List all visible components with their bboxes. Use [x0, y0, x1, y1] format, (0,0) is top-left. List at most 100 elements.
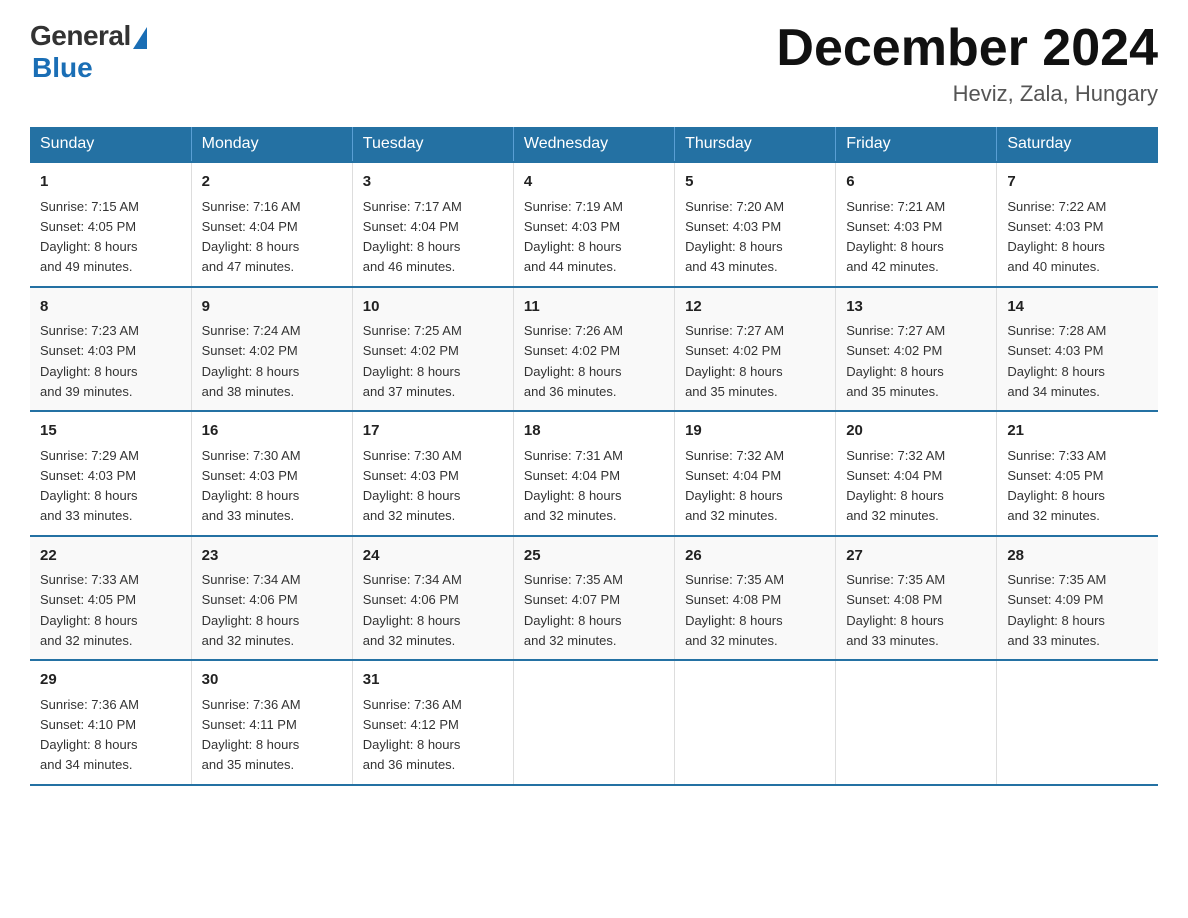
calendar-week-row: 1 Sunrise: 7:15 AMSunset: 4:05 PMDayligh…	[30, 162, 1158, 287]
calendar-cell: 23 Sunrise: 7:34 AMSunset: 4:06 PMDaylig…	[191, 536, 352, 661]
day-number: 5	[685, 171, 825, 194]
calendar-cell: 4 Sunrise: 7:19 AMSunset: 4:03 PMDayligh…	[513, 162, 674, 287]
day-number: 9	[202, 296, 342, 319]
day-number: 2	[202, 171, 342, 194]
logo-general-text: General	[30, 20, 131, 52]
day-number: 7	[1007, 171, 1148, 194]
calendar-cell: 27 Sunrise: 7:35 AMSunset: 4:08 PMDaylig…	[836, 536, 997, 661]
day-info: Sunrise: 7:22 AMSunset: 4:03 PMDaylight:…	[1007, 199, 1106, 275]
calendar-cell: 15 Sunrise: 7:29 AMSunset: 4:03 PMDaylig…	[30, 411, 191, 536]
logo-blue-text: Blue	[32, 52, 93, 84]
day-number: 1	[40, 171, 181, 194]
day-number: 29	[40, 669, 181, 692]
day-info: Sunrise: 7:30 AMSunset: 4:03 PMDaylight:…	[202, 448, 301, 524]
day-number: 20	[846, 420, 986, 443]
day-number: 19	[685, 420, 825, 443]
day-info: Sunrise: 7:32 AMSunset: 4:04 PMDaylight:…	[846, 448, 945, 524]
calendar-cell: 16 Sunrise: 7:30 AMSunset: 4:03 PMDaylig…	[191, 411, 352, 536]
calendar-cell: 21 Sunrise: 7:33 AMSunset: 4:05 PMDaylig…	[997, 411, 1158, 536]
calendar-cell: 12 Sunrise: 7:27 AMSunset: 4:02 PMDaylig…	[675, 287, 836, 412]
header-tuesday: Tuesday	[352, 127, 513, 162]
day-info: Sunrise: 7:35 AMSunset: 4:07 PMDaylight:…	[524, 572, 623, 648]
day-info: Sunrise: 7:35 AMSunset: 4:08 PMDaylight:…	[846, 572, 945, 648]
day-number: 16	[202, 420, 342, 443]
calendar-cell: 20 Sunrise: 7:32 AMSunset: 4:04 PMDaylig…	[836, 411, 997, 536]
logo-triangle-icon	[133, 27, 147, 49]
day-number: 24	[363, 545, 503, 568]
calendar-cell: 22 Sunrise: 7:33 AMSunset: 4:05 PMDaylig…	[30, 536, 191, 661]
day-number: 14	[1007, 296, 1148, 319]
day-number: 22	[40, 545, 181, 568]
calendar-week-row: 8 Sunrise: 7:23 AMSunset: 4:03 PMDayligh…	[30, 287, 1158, 412]
calendar-cell: 13 Sunrise: 7:27 AMSunset: 4:02 PMDaylig…	[836, 287, 997, 412]
day-number: 12	[685, 296, 825, 319]
day-number: 11	[524, 296, 664, 319]
calendar-cell: 24 Sunrise: 7:34 AMSunset: 4:06 PMDaylig…	[352, 536, 513, 661]
calendar-cell: 28 Sunrise: 7:35 AMSunset: 4:09 PMDaylig…	[997, 536, 1158, 661]
header-wednesday: Wednesday	[513, 127, 674, 162]
day-number: 21	[1007, 420, 1148, 443]
day-info: Sunrise: 7:24 AMSunset: 4:02 PMDaylight:…	[202, 323, 301, 399]
day-info: Sunrise: 7:30 AMSunset: 4:03 PMDaylight:…	[363, 448, 462, 524]
day-info: Sunrise: 7:27 AMSunset: 4:02 PMDaylight:…	[846, 323, 945, 399]
day-info: Sunrise: 7:20 AMSunset: 4:03 PMDaylight:…	[685, 199, 784, 275]
page-header: General Blue December 2024 Heviz, Zala, …	[30, 20, 1158, 107]
header-thursday: Thursday	[675, 127, 836, 162]
calendar-cell: 29 Sunrise: 7:36 AMSunset: 4:10 PMDaylig…	[30, 660, 191, 785]
calendar-cell: 1 Sunrise: 7:15 AMSunset: 4:05 PMDayligh…	[30, 162, 191, 287]
day-info: Sunrise: 7:23 AMSunset: 4:03 PMDaylight:…	[40, 323, 139, 399]
day-number: 23	[202, 545, 342, 568]
calendar-cell: 7 Sunrise: 7:22 AMSunset: 4:03 PMDayligh…	[997, 162, 1158, 287]
day-info: Sunrise: 7:15 AMSunset: 4:05 PMDaylight:…	[40, 199, 139, 275]
calendar-week-row: 29 Sunrise: 7:36 AMSunset: 4:10 PMDaylig…	[30, 660, 1158, 785]
calendar-cell: 5 Sunrise: 7:20 AMSunset: 4:03 PMDayligh…	[675, 162, 836, 287]
day-info: Sunrise: 7:34 AMSunset: 4:06 PMDaylight:…	[202, 572, 301, 648]
day-number: 10	[363, 296, 503, 319]
day-info: Sunrise: 7:26 AMSunset: 4:02 PMDaylight:…	[524, 323, 623, 399]
day-info: Sunrise: 7:35 AMSunset: 4:09 PMDaylight:…	[1007, 572, 1106, 648]
header-saturday: Saturday	[997, 127, 1158, 162]
calendar-cell	[513, 660, 674, 785]
title-section: December 2024 Heviz, Zala, Hungary	[776, 20, 1158, 107]
day-info: Sunrise: 7:28 AMSunset: 4:03 PMDaylight:…	[1007, 323, 1106, 399]
month-title: December 2024	[776, 20, 1158, 77]
calendar-cell	[997, 660, 1158, 785]
calendar-cell: 18 Sunrise: 7:31 AMSunset: 4:04 PMDaylig…	[513, 411, 674, 536]
day-number: 8	[40, 296, 181, 319]
calendar-cell: 26 Sunrise: 7:35 AMSunset: 4:08 PMDaylig…	[675, 536, 836, 661]
day-number: 28	[1007, 545, 1148, 568]
calendar-cell: 11 Sunrise: 7:26 AMSunset: 4:02 PMDaylig…	[513, 287, 674, 412]
calendar-cell: 9 Sunrise: 7:24 AMSunset: 4:02 PMDayligh…	[191, 287, 352, 412]
header-friday: Friday	[836, 127, 997, 162]
calendar-cell	[836, 660, 997, 785]
calendar-cell: 19 Sunrise: 7:32 AMSunset: 4:04 PMDaylig…	[675, 411, 836, 536]
day-number: 3	[363, 171, 503, 194]
calendar-cell: 14 Sunrise: 7:28 AMSunset: 4:03 PMDaylig…	[997, 287, 1158, 412]
day-info: Sunrise: 7:25 AMSunset: 4:02 PMDaylight:…	[363, 323, 462, 399]
day-number: 27	[846, 545, 986, 568]
calendar-week-row: 15 Sunrise: 7:29 AMSunset: 4:03 PMDaylig…	[30, 411, 1158, 536]
day-number: 31	[363, 669, 503, 692]
day-info: Sunrise: 7:36 AMSunset: 4:11 PMDaylight:…	[202, 697, 301, 773]
day-info: Sunrise: 7:35 AMSunset: 4:08 PMDaylight:…	[685, 572, 784, 648]
header-sunday: Sunday	[30, 127, 191, 162]
day-number: 4	[524, 171, 664, 194]
calendar-cell: 25 Sunrise: 7:35 AMSunset: 4:07 PMDaylig…	[513, 536, 674, 661]
day-info: Sunrise: 7:34 AMSunset: 4:06 PMDaylight:…	[363, 572, 462, 648]
day-info: Sunrise: 7:21 AMSunset: 4:03 PMDaylight:…	[846, 199, 945, 275]
day-info: Sunrise: 7:16 AMSunset: 4:04 PMDaylight:…	[202, 199, 301, 275]
day-info: Sunrise: 7:17 AMSunset: 4:04 PMDaylight:…	[363, 199, 462, 275]
day-info: Sunrise: 7:32 AMSunset: 4:04 PMDaylight:…	[685, 448, 784, 524]
calendar-cell: 30 Sunrise: 7:36 AMSunset: 4:11 PMDaylig…	[191, 660, 352, 785]
calendar-cell: 2 Sunrise: 7:16 AMSunset: 4:04 PMDayligh…	[191, 162, 352, 287]
calendar-table: Sunday Monday Tuesday Wednesday Thursday…	[30, 127, 1158, 786]
day-info: Sunrise: 7:36 AMSunset: 4:12 PMDaylight:…	[363, 697, 462, 773]
calendar-cell: 17 Sunrise: 7:30 AMSunset: 4:03 PMDaylig…	[352, 411, 513, 536]
day-info: Sunrise: 7:36 AMSunset: 4:10 PMDaylight:…	[40, 697, 139, 773]
calendar-cell: 31 Sunrise: 7:36 AMSunset: 4:12 PMDaylig…	[352, 660, 513, 785]
day-number: 17	[363, 420, 503, 443]
location: Heviz, Zala, Hungary	[776, 81, 1158, 107]
calendar-cell: 8 Sunrise: 7:23 AMSunset: 4:03 PMDayligh…	[30, 287, 191, 412]
day-info: Sunrise: 7:27 AMSunset: 4:02 PMDaylight:…	[685, 323, 784, 399]
header-monday: Monday	[191, 127, 352, 162]
